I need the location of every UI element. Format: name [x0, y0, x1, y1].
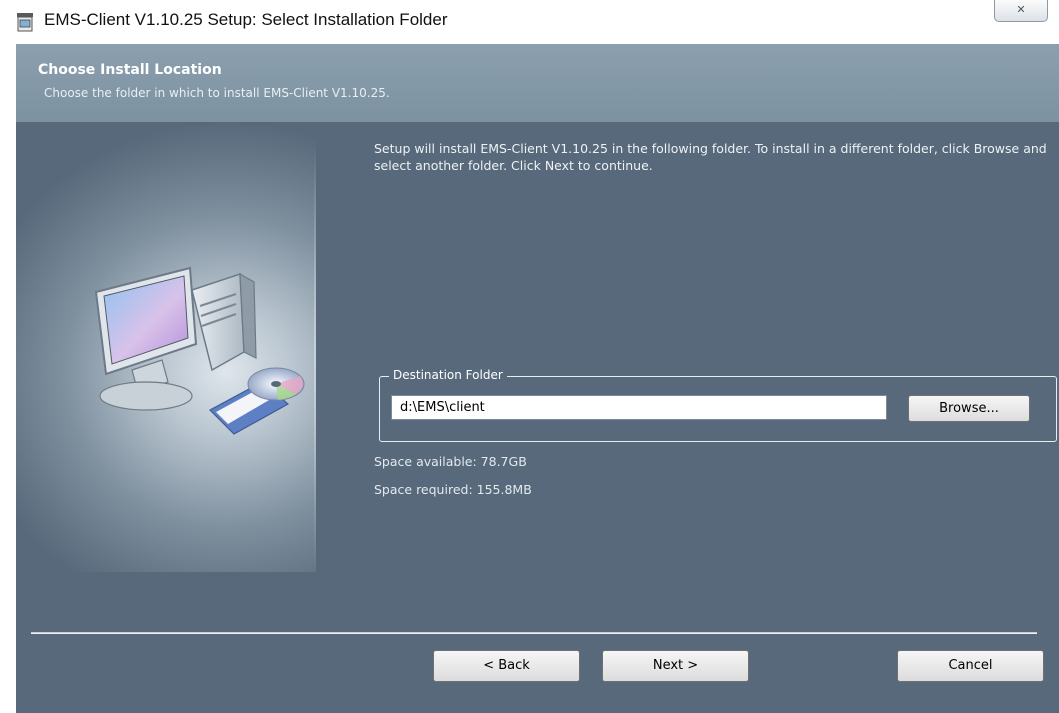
close-button[interactable]: ✕: [994, 0, 1048, 22]
header-subtitle: Choose the folder in which to install EM…: [44, 86, 390, 100]
browse-button[interactable]: Browse...: [908, 395, 1030, 422]
header-title: Choose Install Location: [38, 62, 222, 78]
title-bar: EMS-Client V1.10.25 Setup: Select Instal…: [0, 0, 1059, 44]
computer-with-disc-icon: [92, 262, 312, 442]
next-button[interactable]: Next >: [602, 650, 749, 682]
wizard-body: Setup will install EMS-Client V1.10.25 i…: [16, 122, 1059, 713]
back-button[interactable]: < Back: [433, 650, 580, 682]
destination-folder-group: Destination Folder Browse...: [379, 368, 1057, 442]
installer-icon: [16, 12, 34, 32]
wizard-header: Choose Install Location Choose the folde…: [16, 44, 1059, 122]
window-title: EMS-Client V1.10.25 Setup: Select Instal…: [44, 10, 448, 29]
space-required: Space required: 155.8MB: [374, 482, 532, 497]
side-panel-divider: [314, 142, 316, 572]
cancel-button[interactable]: Cancel: [897, 650, 1044, 682]
destination-folder-label: Destination Folder: [389, 368, 507, 382]
footer-separator: [31, 632, 1037, 634]
destination-path-input[interactable]: [391, 395, 887, 420]
space-available: Space available: 78.7GB: [374, 454, 527, 469]
intro-text: Setup will install EMS-Client V1.10.25 i…: [374, 141, 1047, 173]
